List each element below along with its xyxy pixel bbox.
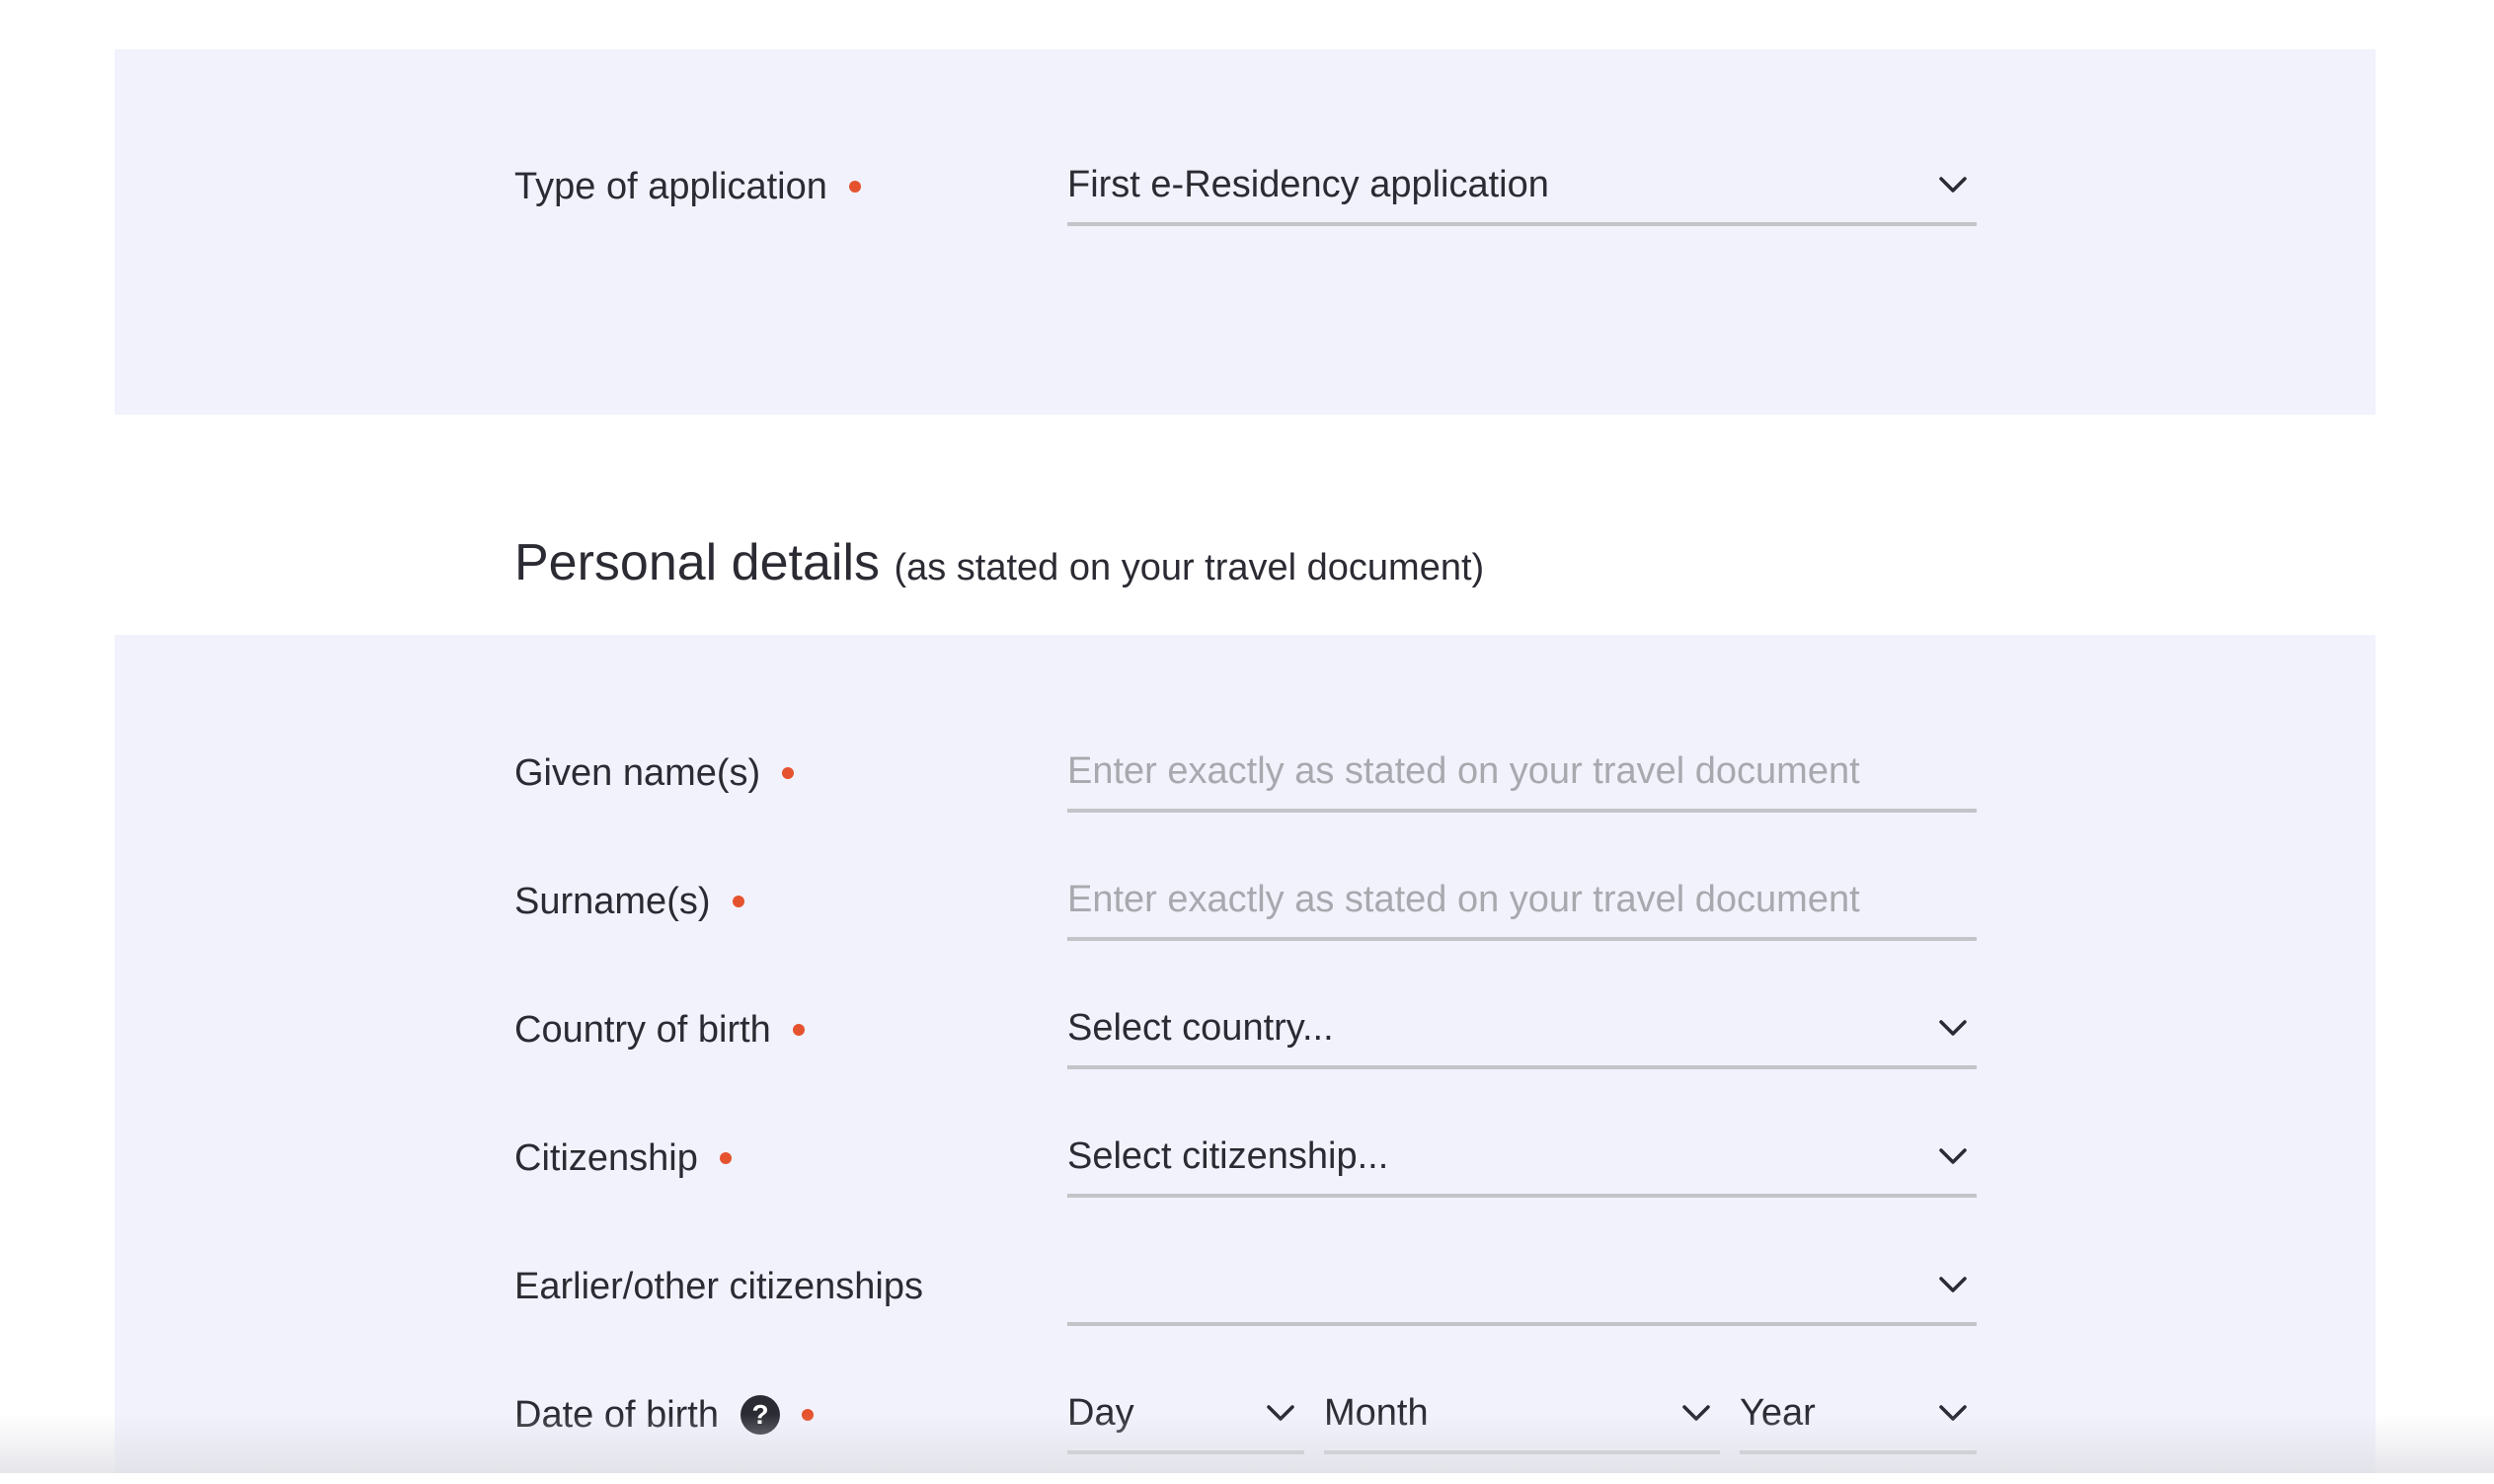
dob-month-value: Month <box>1324 1391 1429 1434</box>
dob-year-value: Year <box>1740 1391 1816 1434</box>
application-type-value: First e-Residency application <box>1067 163 1549 205</box>
chevron-down-icon <box>1682 1405 1710 1421</box>
citizenship-label-wrap: Citizenship <box>514 1119 732 1198</box>
application-type-label-wrap: Type of application <box>514 147 861 226</box>
other-citizenships-label-wrap: Earlier/other citizenships <box>514 1247 923 1326</box>
surnames-placeholder: Enter exactly as stated on your travel d… <box>1067 878 1860 920</box>
other-citizenships-select[interactable] <box>1067 1247 1977 1326</box>
help-circle-icon[interactable]: ? <box>740 1395 780 1435</box>
chevron-down-icon <box>1939 1148 1967 1164</box>
citizenship-select[interactable]: Select citizenship... <box>1067 1119 1977 1198</box>
chevron-down-icon <box>1939 1020 1967 1036</box>
dob-day-select[interactable]: Day <box>1067 1375 1304 1454</box>
other-citizenships-row: Earlier/other citizenships <box>115 1247 2376 1356</box>
required-dot-icon <box>719 1152 732 1164</box>
dob-day-value: Day <box>1067 1391 1134 1434</box>
other-citizenships-label: Earlier/other citizenships <box>514 1265 923 1307</box>
required-dot-icon <box>782 767 795 779</box>
citizenship-value: Select citizenship... <box>1067 1134 1389 1177</box>
application-type-label: Type of application <box>514 165 827 207</box>
given-names-input[interactable]: Enter exactly as stated on your travel d… <box>1067 734 1977 813</box>
application-type-panel: Type of application First e-Residency ap… <box>115 49 2376 415</box>
citizenship-label: Citizenship <box>514 1136 698 1179</box>
required-dot-icon <box>802 1409 814 1421</box>
application-type-select[interactable]: First e-Residency application <box>1067 147 1977 226</box>
chevron-down-icon <box>1939 1405 1967 1421</box>
country-of-birth-value: Select country... <box>1067 1006 1334 1049</box>
country-of-birth-select[interactable]: Select country... <box>1067 990 1977 1069</box>
personal-details-note: (as stated on your travel document) <box>894 547 1485 588</box>
required-dot-icon <box>848 181 861 193</box>
country-of-birth-label-wrap: Country of birth <box>514 990 805 1069</box>
surnames-row: Surname(s) Enter exactly as stated on yo… <box>115 862 2376 971</box>
citizenship-row: Citizenship Select citizenship... <box>115 1119 2376 1227</box>
given-names-label: Given name(s) <box>514 751 761 794</box>
date-of-birth-row: Date of birth ? Day Month Year <box>115 1375 2376 1484</box>
chevron-down-icon <box>1939 177 1967 193</box>
personal-details-title: Personal details <box>514 534 880 591</box>
required-dot-icon <box>732 896 744 907</box>
date-of-birth-label: Date of birth <box>514 1393 719 1436</box>
surnames-label: Surname(s) <box>514 880 711 922</box>
surnames-input[interactable]: Enter exactly as stated on your travel d… <box>1067 862 1977 941</box>
given-names-row: Given name(s) Enter exactly as stated on… <box>115 734 2376 842</box>
country-of-birth-row: Country of birth Select country... <box>115 990 2376 1099</box>
dob-year-select[interactable]: Year <box>1740 1375 1977 1454</box>
dob-month-select[interactable]: Month <box>1324 1375 1720 1454</box>
required-dot-icon <box>792 1024 805 1036</box>
chevron-down-icon <box>1939 1277 1967 1292</box>
application-type-row: Type of application First e-Residency ap… <box>115 147 2376 256</box>
personal-details-heading: Personal details (as stated on your trav… <box>514 533 1484 592</box>
date-of-birth-selects: Day Month Year <box>1067 1375 1977 1454</box>
given-names-placeholder: Enter exactly as stated on your travel d… <box>1067 749 1860 792</box>
date-of-birth-label-wrap: Date of birth ? <box>514 1375 814 1454</box>
given-names-label-wrap: Given name(s) <box>514 734 795 813</box>
surnames-label-wrap: Surname(s) <box>514 862 744 941</box>
personal-details-panel: Given name(s) Enter exactly as stated on… <box>115 635 2376 1473</box>
country-of-birth-label: Country of birth <box>514 1008 771 1051</box>
chevron-down-icon <box>1267 1405 1294 1421</box>
